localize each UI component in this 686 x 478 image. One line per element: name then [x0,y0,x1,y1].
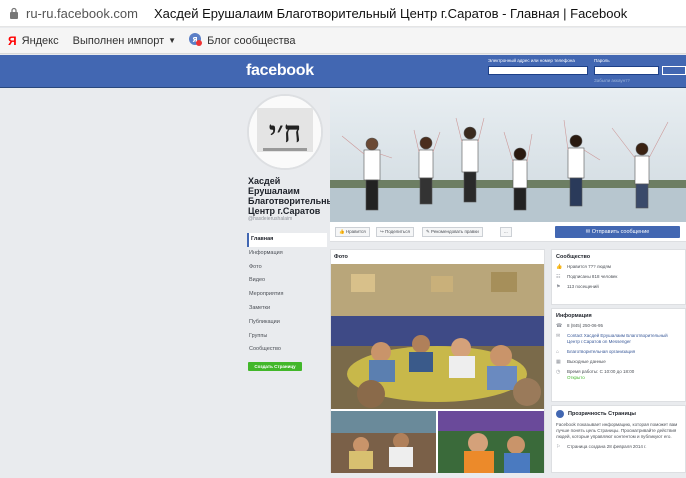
follow-icon: ☷ [556,274,561,280]
created-row: ⚐ Страница создана 28 февраля 2014 г. [556,444,647,450]
phone-icon: ☎ [556,323,563,329]
avatar[interactable]: ח׳י [247,94,323,170]
photo-main[interactable] [331,264,544,409]
page-nav: Главная Информация Фото Видео Мероприяти… [247,233,327,357]
open-status: Открыто [567,375,585,380]
flag-icon [556,410,564,418]
lock-icon [4,0,24,27]
info-card: Информация ☎ 8 (845) 250-06-95 ✉ Contact Х… [551,308,686,402]
like-button[interactable]: 👍 Нравится [335,227,370,237]
hours-row: ◷ Время работы: С 10:00 до 18:00 Открыто [556,369,635,380]
days-row: ▦ Выходные данные [556,359,606,365]
email-field[interactable] [488,66,588,75]
forgot-account-link[interactable]: Забыли аккаунт? [594,78,630,83]
bookmarks-bar: Я Яндекс Выполнен импорт ▼ Я Блог сообще… [0,28,686,54]
thumbs-up-icon: 👍 [339,229,345,234]
community-card: Сообщество 👍 Нравится 7?? людям ☷ Подписан… [551,249,686,305]
messenger-icon: ✉ [556,333,561,339]
nav-item-info[interactable]: Информация [247,247,327,261]
password-field[interactable] [594,66,659,75]
share-icon: ↪ [380,229,384,234]
cover-photo[interactable] [330,88,686,222]
password-label: Пароль [594,58,610,63]
bookmark-yandex[interactable]: Я Яндекс [8,34,59,48]
chevron-down-icon: ▼ [168,36,177,45]
svg-text:ח׳י: ח׳י [269,115,302,150]
photos-section: Фото [330,249,545,473]
checkins-row: ⚑ 113 посещений [556,284,599,290]
tag-icon: ⌂ [556,349,560,355]
pencil-icon: ✎ [426,229,430,234]
messenger-icon: ✉ [585,229,591,235]
page-title: Хасдей Ерушалаим Благотворительный Центр… [154,5,628,21]
community-header[interactable]: Сообщество [552,250,685,262]
likes-row: 👍 Нравится 7?? людям [556,264,611,270]
page-name: Хасдей Ерушалаим Благотворительный Центр… [248,176,340,216]
email-label: Электронный адрес или номер телефона [488,58,575,63]
category-row[interactable]: ⌂ Благотворительная организация [552,347,685,357]
more-button[interactable]: ... [500,227,512,237]
nav-item-posts[interactable]: Публикации [247,316,327,330]
photo-thumb-2[interactable] [438,411,544,473]
bookmark-yandex-blog[interactable]: Я Блог сообщества [188,32,295,49]
yandex-icon: Я [8,33,17,48]
browser-titlebar: ru-ru.facebook.com Хасдей Ерушалаим Благ… [0,0,686,27]
address-bar-url[interactable]: ru-ru.facebook.com [26,6,138,21]
send-message-button[interactable]: ✉ Отправить сообщение [555,226,680,238]
nav-item-community[interactable]: Сообщество [247,343,327,357]
info-header[interactable]: Информация [552,309,685,321]
follows-row: ☷ Подписаны 818 человек [556,274,618,280]
transparency-text: Facebook показывает информацию, которая … [556,422,678,439]
phone-row: ☎ 8 (845) 250-06-95 [556,323,604,329]
facebook-logo[interactable]: facebook [246,62,314,80]
nav-item-notes[interactable]: Заметки [247,302,327,316]
yandex-blog-icon: Я [188,32,203,49]
calendar-icon: ▦ [556,359,561,365]
nav-item-events[interactable]: Мероприятия [247,288,327,302]
nav-item-videos[interactable]: Видео [247,274,327,288]
photo-thumb-1[interactable] [331,411,436,473]
clock-icon: ◷ [556,369,561,375]
photos-header[interactable]: Фото [331,250,544,264]
transparency-header[interactable]: Прозрачность Страницы [552,406,685,420]
share-button[interactable]: ↪ Поделиться [376,227,414,237]
checkin-icon: ⚑ [556,284,561,290]
nav-item-home[interactable]: Главная [247,233,327,247]
bookmark-import-folder[interactable]: Выполнен импорт ▼ [73,35,176,47]
nav-item-groups[interactable]: Группы [247,330,327,344]
suggest-edits-button[interactable]: ✎ Рекомендовать правки [422,227,483,237]
create-page-button[interactable]: Создать Страницу [248,362,302,371]
thumbs-up-icon: 👍 [556,264,563,270]
facebook-header: facebook Электронный адрес или номер тел… [0,55,686,88]
transparency-card: Прозрачность Страницы Facebook показывае… [551,405,686,473]
flag-small-icon: ⚐ [556,444,561,450]
login-button[interactable] [662,66,686,75]
messenger-row[interactable]: ✉ Contact Хасдей Ерушалаим Благотворитель… [552,331,685,347]
page-handle[interactable]: @hasdeierushalaim [248,216,292,222]
nav-item-photos[interactable]: Фото [247,261,327,275]
